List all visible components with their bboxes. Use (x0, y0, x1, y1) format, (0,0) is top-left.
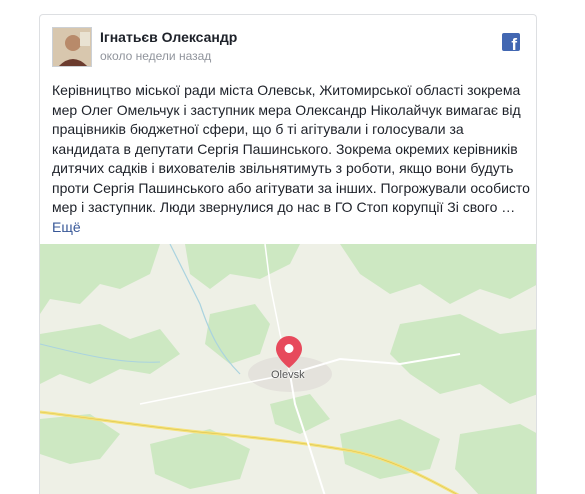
map-city-label: Olevsk (271, 369, 305, 381)
facebook-logo-letter: f (511, 35, 517, 54)
post-text: Керівництво міської ради міста Олевськ, … (52, 81, 532, 237)
facebook-post-card: Ігнатьєв Олександр около недели назад f … (39, 14, 537, 494)
post-body: Керівництво міської ради міста Олевськ, … (52, 82, 530, 215)
facebook-icon[interactable]: f (502, 33, 520, 54)
post-header: Ігнатьєв Олександр около недели назад f (52, 27, 524, 67)
post-timestamp[interactable]: около недели назад (100, 49, 211, 63)
author-name[interactable]: Ігнатьєв Олександр (100, 29, 237, 45)
map-pin-icon[interactable] (276, 336, 302, 368)
location-map[interactable]: Olevsk (40, 244, 536, 494)
see-more-link[interactable]: Ещё (52, 219, 81, 235)
avatar[interactable] (52, 27, 92, 67)
